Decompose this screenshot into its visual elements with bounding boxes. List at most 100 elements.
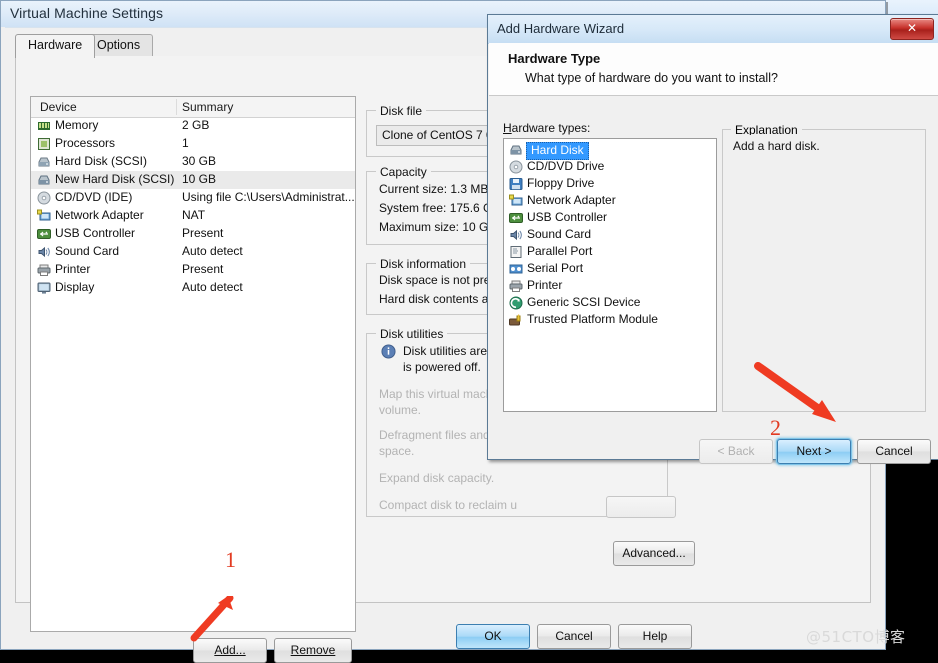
table-row[interactable]: CD/DVD (IDE) Using file C:\Users\Adminis…	[31, 189, 355, 207]
usb-icon	[509, 213, 523, 223]
disk-file-group-title: Disk file	[376, 104, 427, 118]
table-row[interactable]: Network Adapter NAT	[31, 207, 355, 225]
ok-button[interactable]: OK	[456, 624, 530, 649]
list-item-label: Sound Card	[527, 227, 592, 241]
parallel-icon	[510, 246, 522, 258]
hardware-types-list[interactable]: Hard Disk CD/DVD Drive Floppy Drive Netw…	[503, 138, 717, 412]
hardware-types-label: Hardware types:	[503, 121, 591, 135]
wizard-header: Hardware Type What type of hardware do y…	[489, 43, 938, 96]
printer-icon	[509, 280, 523, 292]
list-item-label: Parallel Port	[527, 244, 593, 258]
device-name: Display	[55, 280, 95, 294]
harddisk-icon	[510, 145, 522, 155]
wizard-cancel-button[interactable]: Cancel	[857, 439, 931, 464]
wizard-header-subtitle: What type of hardware do you want to ins…	[525, 71, 778, 85]
capacity-maximum-size: Maximum size: 10 GB	[379, 220, 497, 234]
help-button-label: Help	[642, 629, 668, 643]
annotation-number-1: 1	[225, 547, 236, 572]
table-row[interactable]: Printer Present	[31, 261, 355, 279]
device-name: CD/DVD (IDE)	[55, 190, 133, 204]
list-item-label: Serial Port	[527, 261, 584, 275]
list-item-label: Hard Disk	[526, 142, 589, 160]
memory-icon	[38, 122, 50, 130]
list-item[interactable]: Parallel Port	[504, 244, 716, 261]
list-item[interactable]: Network Adapter	[504, 193, 716, 210]
device-name: Hard Disk (SCSI)	[55, 154, 148, 168]
help-button[interactable]: Help	[618, 624, 692, 649]
next-button[interactable]: Next >	[777, 439, 851, 464]
explanation-group: Explanation Add a hard disk.	[722, 123, 926, 412]
wizard-header-title: Hardware Type	[508, 51, 601, 66]
cancel-button[interactable]: Cancel	[537, 624, 611, 649]
cddvd-icon	[37, 191, 51, 205]
explanation-text: Add a hard disk.	[733, 139, 820, 153]
list-item[interactable]: Generic SCSI Device	[504, 295, 716, 312]
device-summary: Using file C:\Users\Administrat...	[182, 190, 355, 204]
list-item-label: Floppy Drive	[527, 176, 595, 190]
device-summary: Present	[182, 262, 224, 276]
add-button[interactable]: Add...	[193, 638, 267, 663]
device-summary: NAT	[182, 208, 206, 222]
list-item[interactable]: Floppy Drive	[504, 176, 716, 193]
device-table[interactable]: Device Summary Memory 2 GB Processors 1	[30, 96, 356, 632]
list-item[interactable]: Sound Card	[504, 227, 716, 244]
device-name: Processors	[55, 136, 116, 150]
table-row[interactable]: Processors 1	[31, 135, 355, 153]
capacity-current-size: Current size: 1.3 MB	[379, 182, 489, 196]
table-row[interactable]: Display Auto detect	[31, 279, 355, 297]
harddisk-icon	[38, 157, 50, 167]
table-row[interactable]: Sound Card Auto detect	[31, 243, 355, 261]
list-item[interactable]: CD/DVD Drive	[504, 159, 716, 176]
wizard-title: Add Hardware Wizard	[497, 21, 625, 36]
cancel-button-label: Cancel	[555, 629, 593, 643]
display-icon	[37, 282, 51, 294]
list-item[interactable]: Hard Disk	[504, 142, 716, 160]
scsi-icon	[509, 296, 523, 310]
soundcard-icon	[38, 246, 50, 258]
device-summary: 10 GB	[182, 172, 217, 186]
remove-button[interactable]: Remove	[274, 638, 352, 663]
device-name: Memory	[55, 118, 99, 132]
add-hardware-wizard-dialog: Add Hardware Wizard ✕ Hardware Type What…	[487, 14, 938, 464]
tab-hardware[interactable]: Hardware	[15, 34, 96, 58]
device-name: Network Adapter	[55, 208, 144, 222]
processor-icon	[38, 138, 50, 150]
disk-utility-action-button[interactable]	[606, 496, 676, 518]
disk-utilities-group-title: Disk utilities	[376, 327, 448, 341]
table-row[interactable]: Hard Disk (SCSI) 30 GB	[31, 153, 355, 171]
ok-button-label: OK	[484, 629, 502, 643]
wizard-cancel-button-label: Cancel	[875, 444, 913, 458]
device-summary: Present	[182, 226, 224, 240]
list-item[interactable]: Serial Port	[504, 261, 716, 278]
close-icon[interactable]: ✕	[890, 18, 934, 40]
device-name: New Hard Disk (SCSI)	[55, 172, 175, 186]
advanced-button[interactable]: Advanced...	[613, 541, 695, 566]
add-button-label: Add...	[214, 643, 246, 657]
list-item-label: USB Controller	[527, 210, 608, 224]
back-button-label: < Back	[717, 444, 755, 458]
advanced-button-label: Advanced...	[622, 546, 686, 560]
page-title: Virtual Machine Settings	[10, 5, 164, 21]
disk-utility-defragment-line-2: space.	[379, 444, 415, 458]
list-item-label: Trusted Platform Module	[527, 312, 658, 326]
device-summary: 1	[182, 136, 189, 150]
harddisk-icon	[38, 175, 50, 185]
table-row[interactable]: New Hard Disk (SCSI) 10 GB	[31, 171, 355, 189]
list-item[interactable]: USB Controller	[504, 210, 716, 227]
info-icon	[381, 344, 396, 359]
wizard-titlebar[interactable]: Add Hardware Wizard ✕	[488, 15, 938, 44]
network-icon	[37, 209, 51, 221]
table-row[interactable]: Memory 2 GB	[31, 117, 355, 135]
device-summary: 2 GB	[182, 118, 210, 132]
list-item[interactable]: Trusted Platform Module	[504, 312, 716, 329]
device-summary: Auto detect	[182, 280, 243, 294]
disk-utility-compact: Compact disk to reclaim u	[379, 498, 518, 512]
explanation-panel: Add a hard disk.	[727, 135, 917, 403]
soundcard-icon	[510, 229, 522, 241]
back-button[interactable]: < Back	[699, 439, 773, 464]
table-row[interactable]: USB Controller Present	[31, 225, 355, 243]
device-summary: Auto detect	[182, 244, 243, 258]
device-name: USB Controller	[55, 226, 136, 240]
tpm-icon	[509, 314, 521, 326]
list-item[interactable]: Printer	[504, 278, 716, 295]
